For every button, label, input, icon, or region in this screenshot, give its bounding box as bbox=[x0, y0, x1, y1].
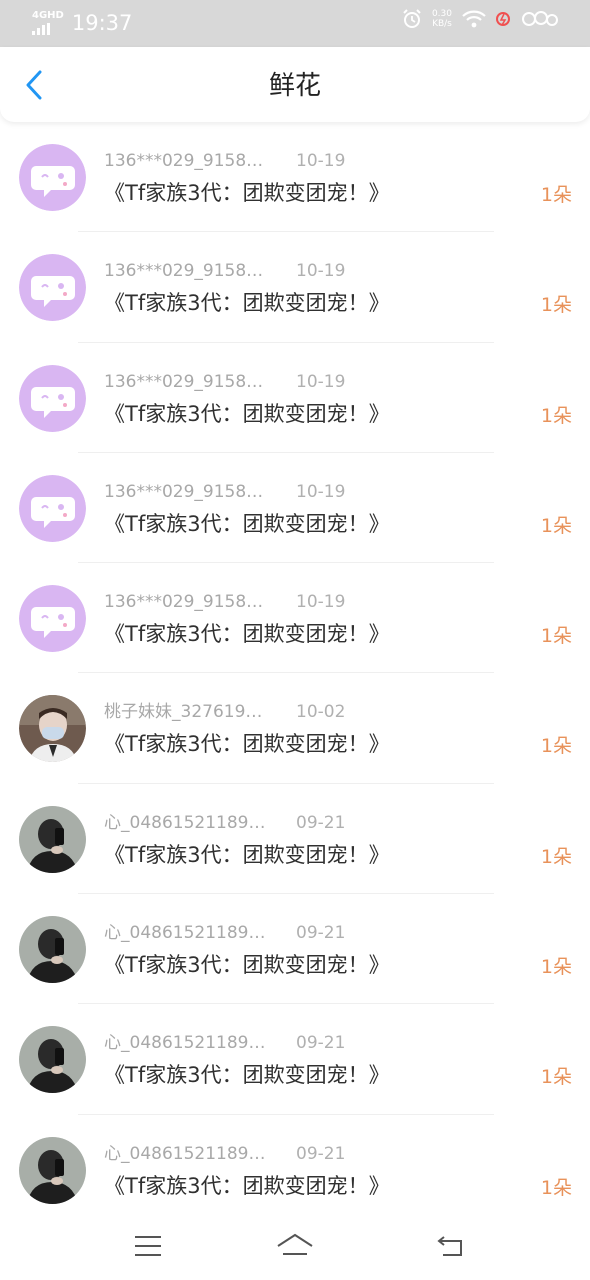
wifi-icon bbox=[462, 10, 486, 28]
avatar[interactable] bbox=[19, 585, 86, 653]
date: 09-21 bbox=[296, 923, 346, 944]
list-item[interactable]: 136***029_9158… 10-19 《Tf家族3代：团欺变团宠！》 1朵 bbox=[0, 453, 590, 564]
app-header: 鲜花 bbox=[0, 47, 590, 122]
status-bar: 4GHD 19:37 0.30 KB/s bbox=[0, 0, 590, 47]
user-name: 桃子妹妹_327619… bbox=[104, 702, 263, 723]
flower-count: 1朵 bbox=[540, 514, 572, 537]
return-icon bbox=[437, 1236, 462, 1256]
avatar[interactable] bbox=[19, 805, 86, 873]
chat-bubble-icon bbox=[19, 364, 86, 432]
flower-count: 1朵 bbox=[540, 1066, 572, 1089]
date: 10-19 bbox=[296, 371, 346, 392]
date: 10-02 bbox=[296, 702, 346, 723]
speed-value: 0.30 bbox=[431, 9, 452, 19]
person-photo-icon bbox=[19, 695, 86, 763]
book-title: 《Tf家族3代：团欺变团宠！》 bbox=[104, 1173, 390, 1198]
date: 09-21 bbox=[296, 812, 346, 833]
battery-saver-icon bbox=[496, 12, 510, 26]
book-title: 《Tf家族3代：团欺变团宠！》 bbox=[104, 622, 390, 647]
user-name: 心_04861521189… bbox=[104, 923, 266, 944]
list-item[interactable]: 136***029_9158… 10-19 《Tf家族3代：团欺变团宠！》 1朵 bbox=[0, 563, 590, 674]
user-name: 心_04861521189… bbox=[104, 1033, 266, 1054]
flower-count: 1朵 bbox=[540, 184, 572, 206]
speed-unit: KB/s bbox=[432, 19, 452, 29]
list-item[interactable]: 心_04861521189… 09-21 《Tf家族3代：团欺变团宠！》 1朵 bbox=[0, 1004, 590, 1115]
date: 10-19 bbox=[296, 481, 346, 502]
user-name: 136***029_9158… bbox=[104, 592, 264, 613]
user-name: 心_04861521189… bbox=[104, 1143, 266, 1164]
user-name: 心_04861521189… bbox=[104, 812, 266, 833]
return-button[interactable] bbox=[430, 1228, 470, 1264]
flower-count: 1朵 bbox=[540, 845, 572, 868]
user-name: 136***029_9158… bbox=[104, 481, 264, 502]
home-icon bbox=[277, 1233, 313, 1255]
system-nav-bar bbox=[0, 1212, 590, 1280]
flower-count: 1朵 bbox=[540, 294, 572, 317]
flower-count: 1朵 bbox=[540, 625, 572, 648]
user-name: 136***029_9158… bbox=[104, 371, 264, 392]
flower-list: 136***029_9158… 10-19 《Tf家族3代：团欺变团宠！》 1朵 136… bbox=[0, 122, 590, 1212]
book-title: 《Tf家族3代：团欺变团宠！》 bbox=[104, 1063, 390, 1088]
avatar[interactable] bbox=[19, 144, 86, 211]
avatar[interactable] bbox=[19, 254, 86, 322]
menu-button[interactable] bbox=[128, 1228, 168, 1264]
avatar[interactable] bbox=[19, 364, 86, 432]
person-photo-icon bbox=[19, 1026, 86, 1094]
list-item[interactable]: 136***029_9158… 10-19 《Tf家族3代：团欺变团宠！》 1朵 bbox=[0, 232, 590, 343]
book-title: 《Tf家族3代：团欺变团宠！》 bbox=[104, 732, 390, 757]
signal-group: 4GHD bbox=[32, 11, 64, 35]
avatar[interactable] bbox=[19, 1136, 86, 1204]
book-title: 《Tf家族3代：团欺变团宠！》 bbox=[104, 401, 390, 426]
page-title: 鲜花 bbox=[268, 71, 321, 101]
home-button[interactable] bbox=[275, 1228, 315, 1264]
user-name: 136***029_9158… bbox=[104, 151, 264, 171]
flower-count: 1朵 bbox=[540, 735, 572, 758]
avatar[interactable] bbox=[19, 916, 86, 984]
avatar[interactable] bbox=[19, 695, 86, 763]
net-speed: 0.30 KB/s bbox=[432, 9, 452, 29]
signal-icon bbox=[32, 23, 64, 35]
list-item[interactable]: 心_04861521189… 09-21 《Tf家族3代：团欺变团宠！》 1朵 bbox=[0, 894, 590, 1005]
flower-count: 1朵 bbox=[540, 1176, 572, 1199]
list-item[interactable]: 心_04861521189… 09-21 《Tf家族3代：团欺变团宠！》 1朵 bbox=[0, 784, 590, 895]
list-item[interactable]: 心_04861521189… 09-21 《Tf家族3代：团欺变团宠！》 1朵 bbox=[0, 1115, 590, 1212]
chat-bubble-icon bbox=[19, 254, 86, 322]
chat-bubble-icon bbox=[19, 474, 86, 542]
status-right: 0.30 KB/s bbox=[402, 9, 560, 29]
avatar[interactable] bbox=[19, 1026, 86, 1094]
date: 10-19 bbox=[296, 151, 346, 171]
person-photo-icon bbox=[19, 1136, 86, 1204]
notification-icons bbox=[522, 11, 558, 26]
book-title: 《Tf家族3代：团欺变团宠！》 bbox=[104, 291, 390, 316]
date: 10-19 bbox=[296, 592, 346, 613]
alarm-icon bbox=[403, 9, 421, 28]
chat-bubble-icon bbox=[19, 144, 86, 211]
list-item[interactable]: 136***029_9158… 10-19 《Tf家族3代：团欺变团宠！》 1朵 bbox=[0, 343, 590, 453]
chat-bubble-icon bbox=[19, 585, 86, 653]
flower-count: 1朵 bbox=[540, 404, 572, 427]
book-title: 《Tf家族3代：团欺变团宠！》 bbox=[104, 511, 390, 536]
status-left: 4GHD 19:37 bbox=[32, 9, 132, 37]
person-photo-icon bbox=[19, 916, 86, 984]
book-title: 《Tf家族3代：团欺变团宠！》 bbox=[104, 842, 390, 867]
date: 10-19 bbox=[296, 261, 346, 282]
menu-icon bbox=[135, 1236, 161, 1256]
date: 09-21 bbox=[296, 1143, 346, 1164]
user-name: 136***029_9158… bbox=[104, 261, 264, 282]
book-title: 《Tf家族3代：团欺变团宠！》 bbox=[104, 181, 390, 205]
flower-count: 1朵 bbox=[540, 956, 572, 979]
list-item[interactable]: 136***029_9158… 10-19 《Tf家族3代：团欺变团宠！》 1朵 bbox=[0, 122, 590, 233]
person-photo-icon bbox=[19, 805, 86, 873]
clock: 19:37 bbox=[71, 11, 133, 35]
network-type: 4GHD bbox=[32, 10, 64, 21]
book-title: 《Tf家族3代：团欺变团宠！》 bbox=[104, 953, 390, 978]
date: 09-21 bbox=[296, 1033, 346, 1054]
avatar[interactable] bbox=[19, 474, 86, 542]
list-item[interactable]: 桃子妹妹_327619… 10-02 《Tf家族3代：团欺变团宠！》 1朵 bbox=[0, 673, 590, 784]
